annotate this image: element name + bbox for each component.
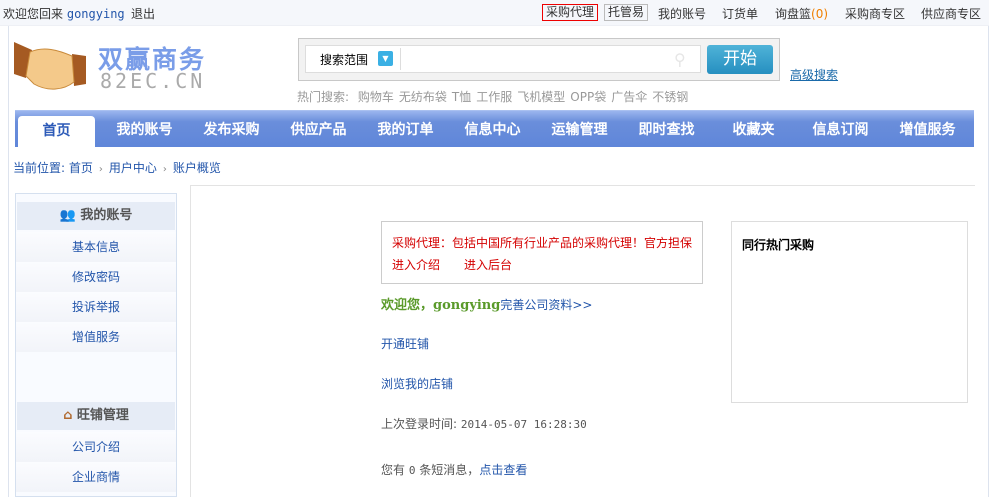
breadcrumb-current: 账户概览 <box>172 161 221 175</box>
sidebar-item-business-news[interactable]: 企业商情 <box>16 462 176 492</box>
hot-purchases-title: 同行热门采购 <box>742 238 815 252</box>
msg-suffix: 条短消息， <box>419 463 480 477</box>
hot-search-item[interactable]: 工作服 <box>476 90 512 104</box>
nav-favorites[interactable]: 收藏夹 <box>712 111 795 148</box>
inquiry-basket-label: 询盘篮 <box>775 7 812 21</box>
main-nav: 首页 我的账号 发布采购 供应产品 我的订单 信息中心 运输管理 即时查找 收藏… <box>15 110 974 148</box>
order-list-link[interactable]: 订货单 <box>722 5 758 22</box>
last-login-label: 上次登录时间: <box>381 417 458 431</box>
top-bar: 欢迎您回来 gongying 退出 采购代理 托管易 我的账号 订货单 询盘篮(… <box>0 0 989 26</box>
nav-info-center[interactable]: 信息中心 <box>451 111 534 148</box>
my-account-link[interactable]: 我的账号 <box>658 5 706 22</box>
sidebar-item-complaints[interactable]: 投诉举报 <box>16 292 176 322</box>
browse-shop-link[interactable]: 浏览我的店铺 <box>381 375 453 392</box>
section-title: 旺铺管理 <box>76 408 129 423</box>
chevron-down-icon[interactable]: ▼ <box>378 51 393 66</box>
hot-search-item[interactable]: 飞机模型 <box>517 90 565 104</box>
sidebar-section-shop: ⌂ 旺铺管理 <box>17 402 175 430</box>
logo-domain: 82EC.CN <box>100 69 206 93</box>
nav-supply-products[interactable]: 供应产品 <box>277 111 360 148</box>
welcome-line: 欢迎您，gongying完善公司资料>> <box>381 294 592 313</box>
advanced-search-link[interactable]: 高级搜索 <box>790 66 838 83</box>
message-line: 您有 0 条短消息，点击查看 <box>381 461 527 478</box>
sidebar: 👥 我的账号 基本信息 修改密码 投诉举报 增值服务 ⌂ 旺铺管理 公司介绍 企… <box>15 193 177 497</box>
sidebar-item-value-added[interactable]: 增值服务 <box>16 322 176 352</box>
username: gongying <box>66 7 125 21</box>
divider <box>400 48 401 70</box>
escrow-link[interactable]: 托管易 <box>604 4 649 21</box>
username: gongying <box>433 298 501 313</box>
hot-purchases-box: 同行热门采购 <box>731 221 968 403</box>
breadcrumb: 当前位置: 首页 › 用户中心 › 账户概览 <box>13 159 221 176</box>
hot-searches: 热门搜索: 购物车 无纺布袋 T恤 工作服 飞机模型 OPP袋 广告伞 不锈钢 <box>297 88 693 105</box>
inquiry-count: (0) <box>811 7 829 21</box>
nav-home[interactable]: 首页 <box>18 116 95 148</box>
search-button[interactable]: 开始 <box>707 45 773 74</box>
sidebar-item-company-intro[interactable]: 公司介绍 <box>16 432 176 462</box>
hot-search-item[interactable]: T恤 <box>452 90 471 104</box>
chevron-right-icon: › <box>162 164 167 175</box>
nav-subscriptions[interactable]: 信息订阅 <box>799 111 882 148</box>
inquiry-basket-link[interactable]: 询盘篮(0) <box>775 5 828 22</box>
breadcrumb-home[interactable]: 首页 <box>69 161 93 175</box>
sidebar-item-change-password[interactable]: 修改密码 <box>16 262 176 292</box>
hot-search-item[interactable]: 广告伞 <box>611 90 647 104</box>
welcome-label: 欢迎您回来 <box>3 7 64 21</box>
search-icon: ⚲ <box>674 50 686 69</box>
breadcrumb-label: 当前位置: <box>13 161 66 175</box>
hot-search-item[interactable]: 无纺布袋 <box>399 90 447 104</box>
users-icon: 👥 <box>59 208 76 223</box>
hot-search-item[interactable]: 不锈钢 <box>652 90 688 104</box>
nav-value-added[interactable]: 增值服务 <box>886 111 969 148</box>
purchase-agent-promo: 采购代理：包括中国所有行业产品的采购代理！官方担保 进入介绍 进入后台 <box>381 221 703 284</box>
purchase-agent-link[interactable]: 采购代理 <box>542 4 599 21</box>
promo-text: 采购代理：包括中国所有行业产品的采购代理！官方担保 <box>392 236 693 250</box>
chevron-right-icon: › <box>98 164 103 175</box>
hot-search-item[interactable]: 购物车 <box>358 90 394 104</box>
view-messages-link[interactable]: 点击查看 <box>479 463 527 477</box>
house-icon: ⌂ <box>63 408 73 423</box>
nav-instant-search[interactable]: 即时查找 <box>625 111 708 148</box>
open-shop-link[interactable]: 开通旺铺 <box>381 335 429 352</box>
sidebar-item-basic-info[interactable]: 基本信息 <box>16 232 176 262</box>
last-login: 上次登录时间: 2014-05-07 16:28:30 <box>381 415 587 432</box>
handshake-logo-icon[interactable] <box>14 38 86 94</box>
logout-link[interactable]: 退出 <box>131 5 155 22</box>
msg-prefix: 您有 <box>381 463 406 477</box>
promo-intro-link[interactable]: 进入介绍 <box>392 258 440 272</box>
sidebar-section-my-account: 👥 我的账号 <box>17 202 175 230</box>
nav-my-orders[interactable]: 我的订单 <box>364 111 447 148</box>
nav-post-purchase[interactable]: 发布采购 <box>190 111 273 148</box>
nav-transport[interactable]: 运输管理 <box>538 111 621 148</box>
welcome-text: 欢迎您回来 gongying <box>3 5 125 22</box>
welcome-label: 欢迎您， <box>381 298 434 313</box>
hot-search-item[interactable]: OPP袋 <box>570 90 606 104</box>
complete-profile-link[interactable]: 完善公司资料>> <box>500 298 592 312</box>
nav-my-account[interactable]: 我的账号 <box>103 111 186 148</box>
promo-backend-link[interactable]: 进入后台 <box>464 258 512 272</box>
buyer-zone-link[interactable]: 采购商专区 <box>845 5 905 22</box>
hot-search-label: 热门搜索: <box>297 90 350 104</box>
msg-count: 0 <box>408 464 416 477</box>
last-login-time: 2014-05-07 16:28:30 <box>460 418 587 431</box>
section-title: 我的账号 <box>80 208 133 223</box>
search-scope-label[interactable]: 搜索范围 <box>320 51 368 68</box>
supplier-zone-link[interactable]: 供应商专区 <box>921 5 981 22</box>
breadcrumb-user-center[interactable]: 用户中心 <box>109 161 157 175</box>
